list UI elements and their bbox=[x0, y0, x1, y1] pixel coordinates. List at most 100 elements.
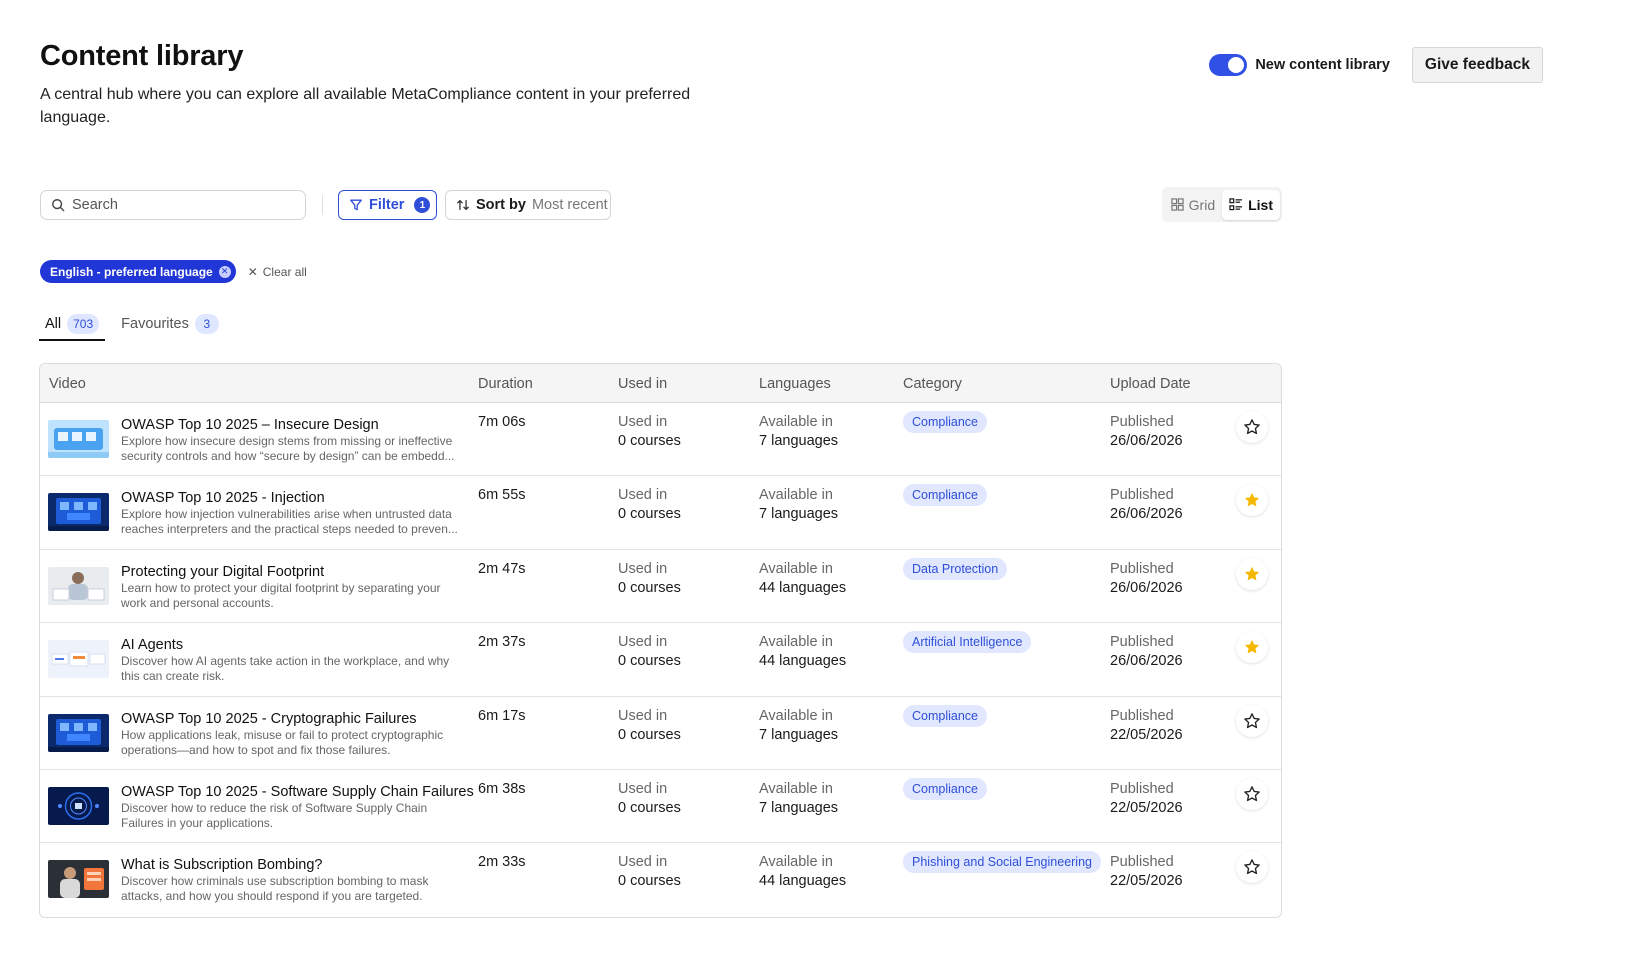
column-header-upload-date[interactable]: Upload Date bbox=[1110, 376, 1191, 392]
table-row[interactable]: AI Agents Discover how AI agents take act… bbox=[40, 623, 1281, 697]
languages-label: Available in bbox=[759, 707, 833, 724]
table-row[interactable]: OWASP Top 10 2025 – Insecure Design Explo… bbox=[40, 403, 1281, 477]
languages-label: Available in bbox=[759, 487, 833, 504]
table-row[interactable]: OWASP Top 10 2025 - Software Supply Chai… bbox=[40, 770, 1281, 844]
used-in-value: 0 courses bbox=[618, 873, 681, 890]
favourite-star-button[interactable] bbox=[1236, 704, 1268, 737]
languages-cell: Available in 7 languages bbox=[759, 413, 838, 451]
table-row[interactable]: OWASP Top 10 2025 - Injection Explore how… bbox=[40, 476, 1281, 550]
upload-date-cell: Published 22/05/2026 bbox=[1110, 780, 1183, 818]
table-header: Video Duration Used in Languages Categor… bbox=[40, 364, 1281, 403]
used-in-cell: Used in 0 courses bbox=[618, 633, 681, 671]
used-in-cell: Used in 0 courses bbox=[618, 560, 681, 598]
filter-icon bbox=[350, 199, 362, 211]
video-duration: 6m 38s bbox=[478, 780, 526, 797]
give-feedback-button[interactable]: Give feedback bbox=[1411, 47, 1543, 83]
published-label: Published bbox=[1110, 560, 1174, 577]
list-view-button[interactable]: List bbox=[1222, 189, 1280, 220]
favourite-star-button[interactable] bbox=[1236, 484, 1268, 517]
video-thumbnail[interactable] bbox=[48, 493, 109, 532]
video-title[interactable]: OWASP Top 10 2025 - Software Supply Chai… bbox=[121, 784, 474, 800]
tab-all[interactable]: All 703 bbox=[39, 307, 106, 341]
category-badge: Compliance bbox=[903, 777, 988, 800]
table-row[interactable]: Protecting your Digital Footprint Learn h… bbox=[40, 550, 1281, 624]
used-in-label: Used in bbox=[618, 707, 668, 724]
new-library-toggle-wrap[interactable]: New content library bbox=[1209, 54, 1390, 76]
used-in-label: Used in bbox=[618, 634, 668, 651]
used-in-cell: Used in 0 courses bbox=[618, 413, 681, 451]
published-date: 26/06/2026 bbox=[1110, 653, 1183, 670]
languages-label: Available in bbox=[759, 634, 833, 651]
used-in-value: 0 courses bbox=[618, 653, 681, 670]
used-in-cell: Used in 0 courses bbox=[618, 707, 681, 745]
page-description: A central hub where you can explore all … bbox=[40, 86, 691, 126]
video-title[interactable]: OWASP Top 10 2025 - Injection bbox=[121, 490, 325, 506]
page-title: Content library bbox=[40, 40, 244, 72]
grid-view-button[interactable]: Grid bbox=[1164, 190, 1222, 220]
table-row[interactable]: What is Subscription Bombing? Discover ho… bbox=[40, 843, 1281, 916]
star-icon bbox=[1243, 491, 1261, 509]
star-icon bbox=[1243, 638, 1261, 656]
published-label: Published bbox=[1110, 854, 1174, 871]
favourite-star-button[interactable] bbox=[1236, 777, 1268, 810]
video-description: Discover how AI agents take action in th… bbox=[121, 654, 450, 684]
video-title[interactable]: AI Agents bbox=[121, 637, 183, 653]
category-badge: Compliance bbox=[903, 704, 988, 727]
tab-label: Favourites bbox=[121, 316, 189, 332]
clear-all-button[interactable]: ✕ Clear all bbox=[248, 265, 307, 279]
tab-favourites[interactable]: Favourites 3 bbox=[115, 307, 225, 341]
tabs: All 703 Favourites 3 bbox=[39, 307, 225, 341]
video-description: Discover how to reduce the risk of Softw… bbox=[121, 800, 428, 830]
category-badge: Artificial Intelligence bbox=[903, 631, 1032, 654]
search-box[interactable] bbox=[40, 190, 306, 220]
column-header-category[interactable]: Category bbox=[903, 376, 962, 392]
video-title[interactable]: Protecting your Digital Footprint bbox=[121, 564, 324, 580]
video-title[interactable]: OWASP Top 10 2025 – Insecure Design bbox=[121, 417, 379, 433]
video-title[interactable]: OWASP Top 10 2025 - Cryptographic Failur… bbox=[121, 711, 417, 727]
video-thumbnail[interactable] bbox=[48, 566, 109, 605]
video-thumbnail[interactable] bbox=[48, 860, 109, 899]
search-input[interactable] bbox=[72, 197, 282, 213]
used-in-value: 0 courses bbox=[618, 433, 681, 449]
upload-date-cell: Published 22/05/2026 bbox=[1110, 853, 1183, 891]
published-date: 26/06/2026 bbox=[1110, 433, 1183, 449]
favourite-star-button[interactable] bbox=[1236, 851, 1268, 884]
published-date: 22/05/2026 bbox=[1110, 799, 1183, 816]
languages-cell: Available in 44 languages bbox=[759, 853, 846, 891]
video-description: Learn how to protect your digital footpr… bbox=[121, 580, 441, 610]
sort-value: Most recent bbox=[531, 197, 608, 213]
video-thumbnail[interactable] bbox=[48, 786, 109, 825]
category-badge: Data Protection bbox=[903, 557, 1008, 580]
used-in-label: Used in bbox=[618, 487, 668, 504]
column-header-languages[interactable]: Languages bbox=[759, 376, 831, 392]
column-header-used-in[interactable]: Used in bbox=[618, 376, 667, 392]
video-thumbnail[interactable] bbox=[48, 640, 109, 679]
favourite-star-button[interactable] bbox=[1236, 557, 1268, 590]
star-icon bbox=[1243, 785, 1261, 803]
column-header-duration[interactable]: Duration bbox=[478, 376, 533, 392]
sort-button[interactable]: Sort by Most recent bbox=[445, 190, 611, 220]
languages-label: Available in bbox=[759, 780, 833, 797]
new-library-toggle[interactable] bbox=[1209, 54, 1248, 76]
favourite-star-button[interactable] bbox=[1236, 411, 1268, 443]
category-badge: Compliance bbox=[903, 411, 988, 433]
used-in-value: 0 courses bbox=[618, 579, 681, 596]
used-in-value: 0 courses bbox=[618, 506, 681, 523]
filter-button[interactable]: Filter 1 bbox=[338, 190, 437, 220]
video-thumbnail[interactable] bbox=[48, 420, 109, 458]
column-header-video[interactable]: Video bbox=[49, 376, 86, 392]
table-row[interactable]: OWASP Top 10 2025 - Cryptographic Failur… bbox=[40, 697, 1281, 770]
video-thumbnail[interactable] bbox=[48, 713, 109, 752]
video-duration: 6m 55s bbox=[478, 487, 526, 504]
favourite-star-button[interactable] bbox=[1236, 631, 1268, 664]
video-title[interactable]: What is Subscription Bombing? bbox=[121, 857, 323, 873]
upload-date-cell: Published 26/06/2026 bbox=[1110, 486, 1183, 524]
languages-value: 44 languages bbox=[759, 873, 847, 890]
filter-chip-language[interactable]: English - preferred language ✕ bbox=[40, 260, 236, 283]
languages-value: 44 languages bbox=[759, 579, 847, 596]
sort-icon bbox=[457, 199, 469, 211]
star-icon bbox=[1243, 418, 1261, 436]
used-in-cell: Used in 0 courses bbox=[618, 780, 681, 818]
languages-label: Available in bbox=[759, 854, 833, 871]
chip-remove-icon[interactable]: ✕ bbox=[218, 265, 231, 278]
